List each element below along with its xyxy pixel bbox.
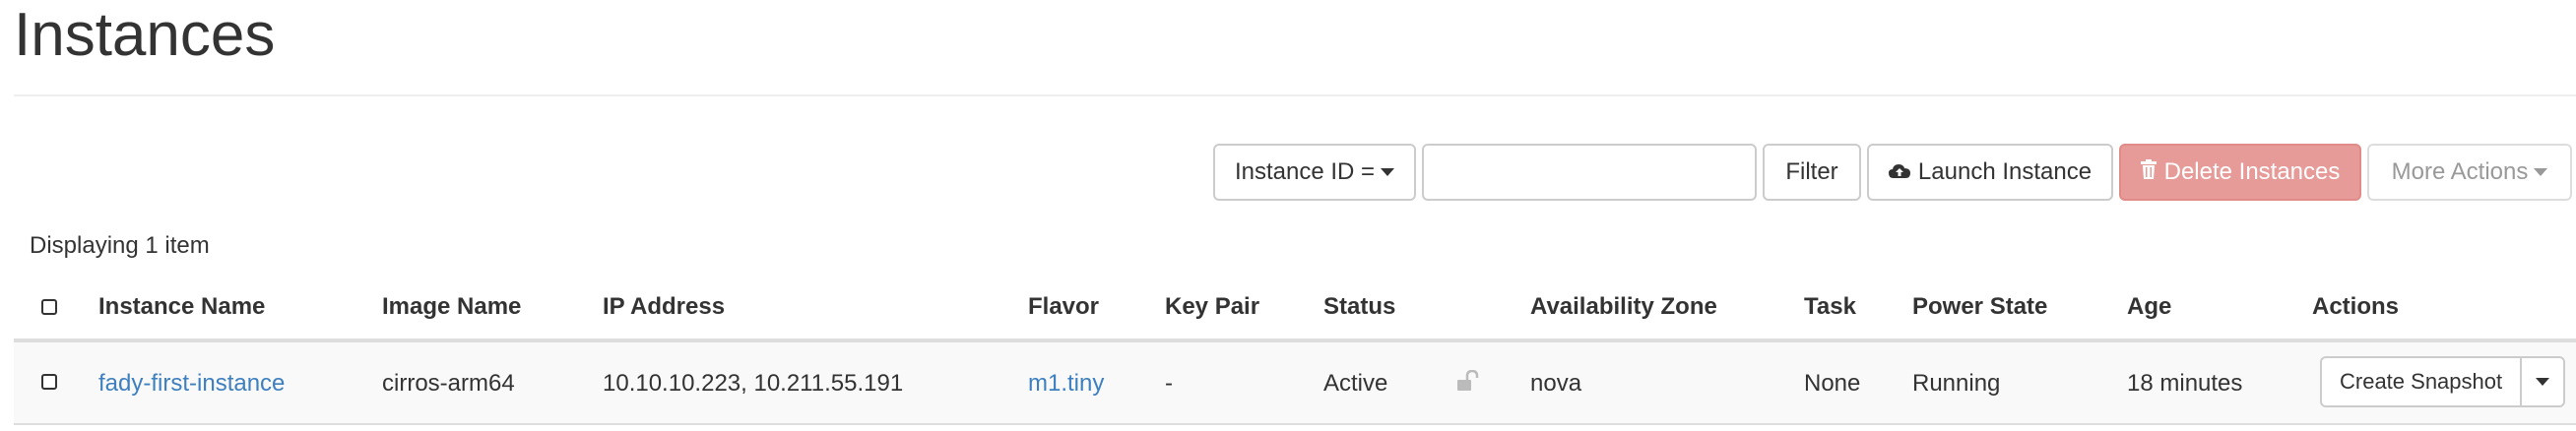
filter-button[interactable]: Filter [1763, 144, 1861, 201]
image-name-cell: cirros-arm64 [382, 370, 515, 397]
age-cell: 18 minutes [2127, 370, 2243, 397]
availability-zone-cell: nova [1530, 370, 1582, 397]
row-select-checkbox[interactable] [41, 374, 57, 390]
flavor-link[interactable]: m1.tiny [1028, 370, 1104, 398]
status-cell: Active [1323, 370, 1388, 397]
key-pair-cell: - [1165, 370, 1173, 397]
launch-instance-button[interactable]: Launch Instance [1867, 144, 2113, 201]
col-instance-name[interactable]: Instance Name [98, 293, 265, 321]
ip-address-cell: 10.10.10.223, 10.211.55.191 [603, 370, 904, 397]
col-ip-address[interactable]: IP Address [603, 293, 725, 321]
table-row: fady-first-instance cirros-arm64 10.10.1… [14, 342, 2576, 425]
col-actions: Actions [2312, 293, 2400, 320]
item-count: Displaying 1 item [30, 232, 210, 259]
cloud-upload-icon [1888, 158, 1910, 186]
caret-down-icon [2534, 168, 2548, 176]
col-power-state[interactable]: Power State [1912, 293, 2047, 321]
table-header: Instance Name Image Name IP Address Flav… [14, 276, 2576, 342]
filter-field-label: Instance ID = [1234, 158, 1376, 185]
page-title: Instances [14, 1, 276, 69]
unlock-icon[interactable] [1455, 369, 1479, 399]
instance-name-link[interactable]: fady-first-instance [98, 370, 285, 398]
col-key-pair[interactable]: Key Pair [1165, 293, 1259, 321]
filter-input[interactable] [1422, 144, 1757, 201]
task-cell: None [1804, 370, 1861, 397]
caret-down-icon [1381, 168, 1395, 176]
more-actions-button[interactable]: More Actions [2367, 144, 2572, 201]
delete-instances-label: Delete Instances [2163, 158, 2341, 185]
caret-down-icon [2536, 378, 2550, 386]
col-task[interactable]: Task [1804, 293, 1856, 321]
col-flavor[interactable]: Flavor [1028, 293, 1099, 321]
col-age[interactable]: Age [2127, 293, 2171, 321]
col-status[interactable]: Status [1323, 293, 1395, 321]
select-all-checkbox[interactable] [41, 299, 57, 315]
row-actions-dropdown[interactable] [2522, 356, 2566, 407]
trash-icon [2140, 158, 2157, 186]
more-actions-label: More Actions [2391, 158, 2529, 185]
power-state-cell: Running [1912, 370, 2001, 397]
delete-instances-button[interactable]: Delete Instances [2119, 144, 2361, 201]
title-divider [14, 94, 2576, 96]
instances-page: Instances Instance ID = Filter Launch In… [0, 0, 2576, 431]
create-snapshot-button[interactable]: Create Snapshot [2320, 356, 2523, 407]
filter-field-select[interactable]: Instance ID = [1213, 144, 1416, 201]
row-actions: Create Snapshot [2320, 356, 2566, 407]
col-availability-zone[interactable]: Availability Zone [1530, 293, 1717, 321]
launch-instance-label: Launch Instance [1917, 158, 2093, 185]
col-image-name[interactable]: Image Name [382, 293, 521, 321]
